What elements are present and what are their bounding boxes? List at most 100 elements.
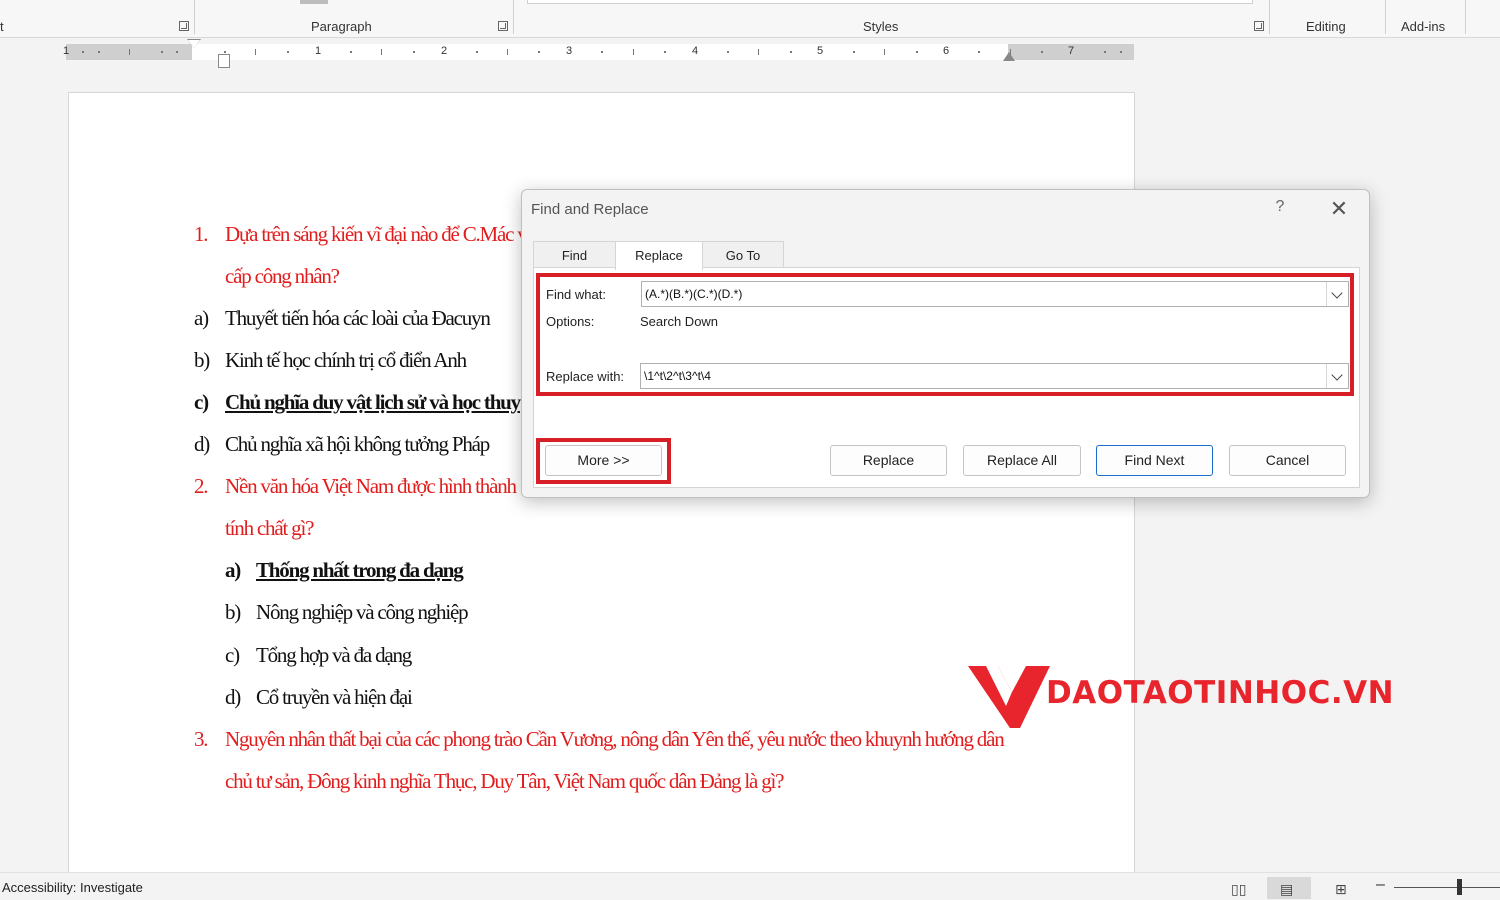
- ruler-tick: [161, 51, 163, 53]
- ruler-tick: [287, 51, 289, 53]
- ruler-tick: [664, 51, 666, 53]
- ruler-tick: [1120, 51, 1122, 53]
- ruler-number: 3: [565, 45, 573, 57]
- read-mode-button[interactable]: ▯▯: [1218, 877, 1262, 899]
- styles-dialog-launcher-icon[interactable]: [1254, 21, 1264, 31]
- web-layout-icon: ⊞: [1335, 881, 1347, 897]
- list-number: a): [194, 306, 209, 330]
- ribbon-separator: [1465, 0, 1466, 34]
- zoom-out-button[interactable]: –: [1376, 876, 1385, 894]
- find-next-button[interactable]: Find Next: [1096, 445, 1213, 476]
- list-text: Chủ nghĩa xã hội không tưởng Pháp: [225, 432, 490, 456]
- list-text: Chủ nghĩa duy vật lịch sử và học thuy: [225, 390, 521, 414]
- ruler-tick: [727, 51, 729, 53]
- ruler-number: 4: [691, 45, 699, 57]
- ruler-number: 1: [62, 45, 70, 57]
- ruler-tick: [98, 51, 100, 53]
- tab-find[interactable]: Find: [533, 241, 616, 268]
- list-number: 1.: [194, 222, 209, 246]
- close-icon[interactable]: ✕: [1327, 197, 1351, 221]
- read-mode-icon: ▯▯: [1231, 881, 1247, 897]
- tab-goto[interactable]: Go To: [702, 241, 784, 268]
- paragraph-control-sliver: [300, 0, 328, 4]
- ruler-tick: [853, 51, 855, 53]
- list-number: 3.: [194, 727, 209, 751]
- ruler-number: 2: [440, 45, 448, 57]
- ruler-tick: [476, 51, 478, 53]
- list-text: chủ tư sản, Đông kinh nghĩa Thục, Duy Tâ…: [225, 769, 784, 793]
- list-number: a): [225, 558, 241, 582]
- logo-mark-icon: [968, 666, 1050, 728]
- ruler-tick: [381, 49, 382, 55]
- font-dialog-launcher-icon[interactable]: [179, 21, 189, 31]
- list-text: tính chất gì?: [225, 516, 314, 540]
- first-line-indent-fill: [188, 40, 200, 48]
- right-indent-marker[interactable]: [1003, 52, 1015, 61]
- ruler-tick: [255, 49, 256, 55]
- tab-find-label: Find: [561, 248, 588, 263]
- accessibility-status[interactable]: Accessibility: Investigate: [2, 880, 143, 895]
- list-text: Dựa trên sáng kiến vĩ đại nào để C.Mác v: [225, 222, 528, 246]
- ruler-tick: [413, 51, 415, 53]
- ruler-tick: [633, 49, 634, 55]
- ribbon: t Paragraph Styles Editing Add-ins: [0, 0, 1500, 38]
- ribbon-separator: [1385, 0, 1386, 34]
- ribbon-separator: [1269, 0, 1270, 34]
- replace-button[interactable]: Replace: [830, 445, 947, 476]
- ruler-tick: [601, 51, 603, 53]
- ruler-tick: [129, 49, 130, 55]
- more-button-highlight-box: [536, 438, 671, 484]
- ruler-tick: [916, 51, 918, 53]
- list-number: d): [225, 685, 241, 709]
- ruler-number: 5: [816, 45, 824, 57]
- status-bar: Accessibility: Investigate ▯▯ ▤ ⊞ –: [0, 872, 1500, 900]
- ruler-tick: [884, 49, 885, 55]
- ruler-tick: [507, 49, 508, 55]
- styles-group-label: Styles: [863, 19, 899, 34]
- addins-group-label: Add-ins: [1401, 19, 1446, 34]
- ruler-number: 7: [1067, 45, 1075, 57]
- ruler-tick: [978, 51, 980, 53]
- print-layout-button[interactable]: ▤: [1267, 877, 1311, 899]
- paragraph-dialog-launcher-icon[interactable]: [498, 21, 508, 31]
- logo-brand-text: DAOTAOTINHOC.VN: [1046, 675, 1395, 711]
- ruler-number: 6: [942, 45, 950, 57]
- tab-replace-label: Replace: [635, 248, 683, 263]
- ruler-tick: [790, 51, 792, 53]
- list-text: Nền văn hóa Việt Nam được hình thành: [225, 474, 517, 498]
- list-number: 2.: [194, 474, 209, 498]
- ruler-tick: [1104, 51, 1106, 53]
- list-text: Tổng hợp và đa dạng: [256, 643, 412, 667]
- ruler-tick: [1041, 51, 1043, 53]
- editing-group-label: Editing: [1306, 19, 1346, 34]
- watermark-logo: DAOTAOTINHOC.VN: [968, 658, 1418, 730]
- list-number: d): [194, 432, 210, 456]
- list-number: b): [225, 600, 241, 624]
- cancel-button[interactable]: Cancel: [1229, 445, 1346, 476]
- zoom-slider-thumb[interactable]: [1457, 879, 1462, 895]
- list-number: c): [194, 390, 209, 414]
- list-text: Nguyên nhân thất bại của các phong trào …: [225, 727, 1005, 751]
- print-layout-icon: ▤: [1280, 881, 1294, 897]
- dialog-title: Find and Replace: [531, 201, 649, 218]
- ruler-tick: [538, 51, 540, 53]
- hanging-indent-marker[interactable]: [218, 54, 230, 68]
- styles-gallery[interactable]: [527, 0, 1253, 4]
- zoom-slider-track[interactable]: [1394, 887, 1500, 888]
- list-text: Nông nghiệp và công nghiệp: [256, 600, 469, 624]
- help-icon[interactable]: ?: [1270, 198, 1290, 220]
- list-text: Thống nhất trong đa dạng: [256, 558, 464, 582]
- list-number: b): [194, 348, 210, 372]
- tab-replace[interactable]: Replace: [615, 241, 703, 270]
- ruler-tick: [82, 51, 84, 53]
- fields-highlight-box: [536, 273, 1354, 396]
- list-text: cấp công nhân?: [225, 264, 340, 288]
- replace-all-button[interactable]: Replace All: [963, 445, 1081, 476]
- tab-goto-label: Go To: [725, 248, 761, 263]
- ruler-tick: [758, 49, 759, 55]
- list-text: Kinh tế học chính trị cổ điển Anh: [225, 348, 467, 372]
- ruler-tick: [350, 51, 352, 53]
- list-number: c): [225, 643, 240, 667]
- ruler-tick: [224, 51, 226, 53]
- web-layout-button[interactable]: ⊞: [1322, 877, 1366, 899]
